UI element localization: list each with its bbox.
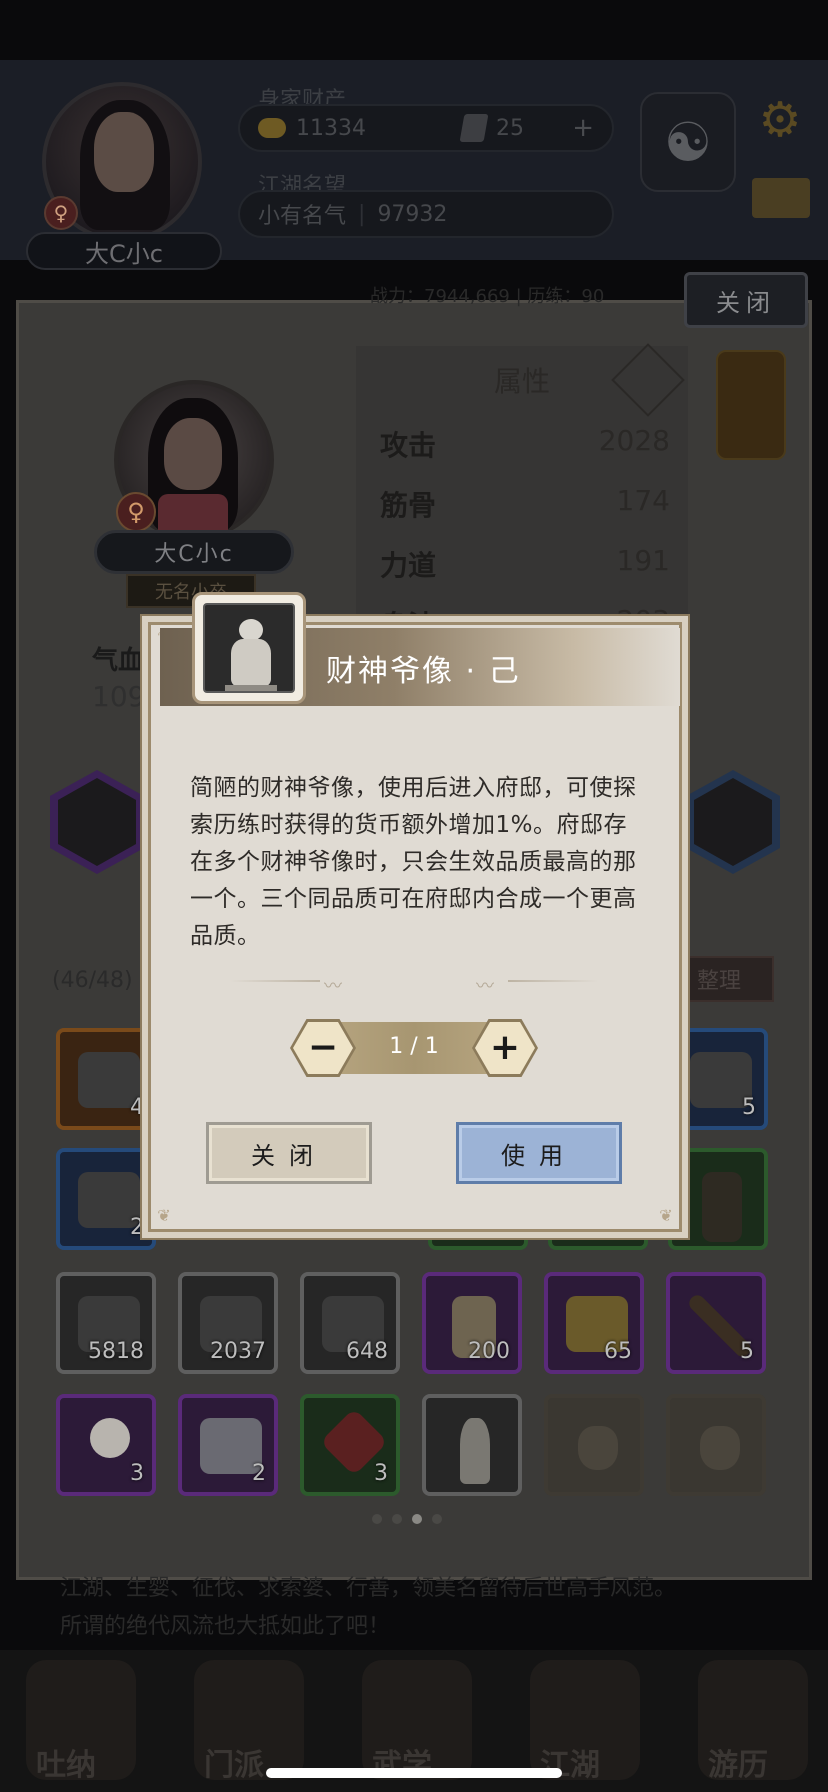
yin-yang-icon[interactable]: ☯ xyxy=(640,92,736,192)
corner-ornament-icon: ❦ xyxy=(157,1206,171,1225)
minus-icon: − xyxy=(307,1027,339,1068)
saber-icon xyxy=(58,778,136,866)
item-icon-frame xyxy=(192,592,306,704)
inventory-slot[interactable]: 2 xyxy=(178,1394,278,1496)
mail-icon[interactable] xyxy=(752,178,810,218)
empty-slot[interactable] xyxy=(666,1394,766,1496)
inventory-slot[interactable]: 2037 xyxy=(178,1272,278,1374)
character-name: 大C小c xyxy=(94,530,294,574)
settings-gear-icon[interactable]: ⚙ xyxy=(752,92,808,148)
scroll-icon xyxy=(702,1172,742,1242)
hp-label: 气血 xyxy=(92,646,145,676)
pearl-icon xyxy=(90,1418,130,1458)
nav-label: 游历 xyxy=(708,1748,768,1783)
player-name-plate: 大C小c xyxy=(26,232,222,270)
inventory-slot[interactable]: 648 xyxy=(300,1272,400,1374)
gold-amount: 11334 xyxy=(296,115,366,141)
plus-icon: + xyxy=(489,1027,521,1068)
empty-bag-icon xyxy=(700,1426,740,1470)
horse-icon xyxy=(694,778,772,866)
inventory-slot-caishen-statue[interactable] xyxy=(422,1394,522,1496)
inventory-slot[interactable]: 2 xyxy=(56,1148,156,1250)
gender-female-icon: ♀ xyxy=(44,196,78,230)
gender-female-icon: ♀ xyxy=(116,492,156,532)
fame-value: 97932 xyxy=(377,201,448,227)
lantern-ornament-icon[interactable] xyxy=(716,350,786,460)
item-title: 财神爷像 · 己 xyxy=(326,654,521,689)
inventory-slot[interactable]: 200 xyxy=(422,1272,522,1374)
divider-right xyxy=(508,980,598,982)
inventory-slot[interactable]: 3 xyxy=(300,1394,400,1496)
fame-bar: 小有名气 | 97932 xyxy=(238,190,614,238)
add-currency-button[interactable]: + xyxy=(572,113,594,143)
scroll-ornament-icon: 〰 xyxy=(476,976,494,997)
attr-row: 筋骨 174 xyxy=(380,484,670,522)
ticket-icon xyxy=(459,114,489,142)
caishen-statue-icon xyxy=(203,603,295,693)
corner-ornament-icon: ❦ xyxy=(659,1206,673,1225)
scroll-ornament-icon: 〰 xyxy=(324,976,342,997)
divider-left xyxy=(230,980,320,982)
statue-icon xyxy=(460,1418,490,1484)
currency-bar: 11334 25 + xyxy=(238,104,614,152)
use-button[interactable]: 使用 xyxy=(456,1122,622,1184)
inventory-slot[interactable]: 5 xyxy=(666,1272,766,1374)
page-indicator xyxy=(372,1514,442,1524)
bag-capacity: (46/48) xyxy=(52,968,133,993)
story-text: 江湖、生婴、征伐、求索婆、行善，领美名留待后世高手风范。 所谓的绝代风流也大抵如… xyxy=(60,1576,677,1639)
ticket-amount: 25 xyxy=(496,115,524,141)
gold-ingot-icon xyxy=(258,118,286,138)
item-description: 简陋的财神爷像，使用后进入府邸，可使探索历练时获得的货币额外增加1%。府邸存在多… xyxy=(190,775,637,949)
nav-label: 门派 xyxy=(204,1748,264,1783)
empty-slot[interactable] xyxy=(544,1394,644,1496)
inventory-slot[interactable]: 3 xyxy=(56,1394,156,1496)
home-indicator[interactable] xyxy=(266,1768,562,1778)
attr-row: 攻击 2028 xyxy=(380,424,670,462)
inventory-slot[interactable]: 5818 xyxy=(56,1272,156,1374)
attr-row: 力道 191 xyxy=(380,544,670,582)
hp-value: 109 xyxy=(92,680,146,713)
inventory-slot[interactable]: 65 xyxy=(544,1272,644,1374)
inventory-slot[interactable] xyxy=(668,1148,768,1250)
power-summary: 战力：7944,669 | 历练：90 xyxy=(370,286,605,307)
inventory-slot[interactable]: 5 xyxy=(668,1028,768,1130)
inventory-slot[interactable]: 4 xyxy=(56,1028,156,1130)
close-button[interactable]: 关闭 xyxy=(206,1122,372,1184)
nav-label: 吐纳 xyxy=(36,1748,96,1783)
empty-bag-icon xyxy=(578,1426,618,1470)
panel-close-button[interactable]: 关闭 xyxy=(684,272,808,328)
fame-title: 小有名气 xyxy=(258,204,347,229)
